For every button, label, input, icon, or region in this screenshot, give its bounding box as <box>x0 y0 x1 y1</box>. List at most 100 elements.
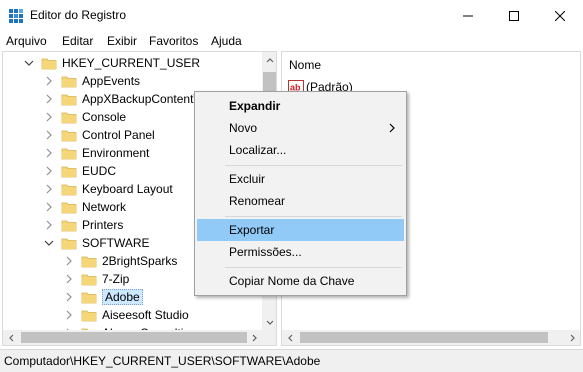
menu-editar[interactable]: Editar <box>62 34 93 48</box>
maximize-icon <box>509 11 519 21</box>
status-bar: Computador\HKEY_CURRENT_USER\SOFTWARE\Ad… <box>0 349 583 372</box>
menu-item-permissoes[interactable]: Permissões... <box>197 241 404 263</box>
list-header: Nome <box>282 52 580 76</box>
tree-item-label: AppEvents <box>82 74 141 88</box>
menu-exibir[interactable]: Exibir <box>107 34 137 48</box>
folder-icon <box>61 166 77 178</box>
chevron-down-icon[interactable] <box>44 238 54 248</box>
tree-item[interactable]: HKEY_CURRENT_USER <box>3 54 262 72</box>
menu-separator <box>225 165 402 166</box>
menu-arquivo[interactable]: Arquivo <box>6 34 47 48</box>
menu-item-label: Permissões... <box>229 245 302 259</box>
minimize-icon <box>463 15 473 17</box>
context-menu: Expandir Novo Localizar... Excluir Renom… <box>194 91 407 296</box>
minimize-button[interactable] <box>445 0 491 32</box>
menu-favoritos[interactable]: Favoritos <box>149 34 198 48</box>
folder-icon <box>61 130 77 142</box>
scroll-left-arrow[interactable] <box>282 330 297 345</box>
tree-item-label: Aiseesoft Studio <box>102 308 189 322</box>
menu-item-label: Expandir <box>229 99 281 113</box>
window-title: Editor do Registro <box>30 8 127 22</box>
folder-icon <box>61 148 77 160</box>
menu-ajuda[interactable]: Ajuda <box>211 34 242 48</box>
folder-icon <box>81 256 97 268</box>
tree-item-label: Environment <box>82 146 150 160</box>
scroll-right-arrow[interactable] <box>565 330 580 345</box>
folder-icon <box>61 220 77 232</box>
chevron-left-icon <box>8 334 13 341</box>
list-horizontal-scrollbar[interactable] <box>282 330 580 345</box>
menu-item-novo[interactable]: Novo <box>197 117 404 139</box>
chevron-right-icon[interactable] <box>44 202 54 212</box>
tree-item-label: Network <box>82 200 127 214</box>
chevron-right-icon[interactable] <box>64 256 74 266</box>
maximize-button[interactable] <box>491 0 537 32</box>
tree-item-label: Adobe <box>102 289 143 305</box>
folder-icon <box>61 76 77 88</box>
chevron-right-icon[interactable] <box>44 112 54 122</box>
menu-item-renomear[interactable]: Renomear <box>197 190 404 212</box>
tree-item-label: Keyboard Layout <box>82 182 173 196</box>
tree-item-label: EUDC <box>82 164 117 178</box>
registry-editor-icon <box>9 9 23 23</box>
menu-item-excluir[interactable]: Excluir <box>197 168 404 190</box>
tree-item-label: Control Panel <box>82 128 155 142</box>
status-path: Computador\HKEY_CURRENT_USER\SOFTWARE\Ad… <box>4 354 321 368</box>
menu-item-expandir[interactable]: Expandir <box>197 95 404 117</box>
folder-icon <box>81 292 97 304</box>
menu-item-label: Novo <box>229 121 258 135</box>
title-bar[interactable]: Editor do Registro <box>0 0 583 32</box>
list-hscroll-thumb[interactable] <box>300 332 548 343</box>
close-icon <box>555 11 565 21</box>
menu-item-exportar[interactable]: Exportar <box>197 219 404 241</box>
chevron-right-icon[interactable] <box>44 130 54 140</box>
scroll-up-arrow[interactable] <box>262 52 276 67</box>
folder-icon <box>41 58 57 70</box>
chevron-left-icon <box>287 334 292 341</box>
chevron-down-icon[interactable] <box>24 58 34 68</box>
tree-item[interactable]: AppEvents <box>3 72 262 90</box>
menu-bar: Arquivo Editar Exibir Favoritos Ajuda <box>0 32 583 50</box>
chevron-right-icon[interactable] <box>64 292 74 302</box>
submenu-arrow-icon <box>389 123 395 133</box>
chevron-right-icon[interactable] <box>64 310 74 320</box>
chevron-right-icon[interactable] <box>44 184 54 194</box>
tree-item-label: HKEY_CURRENT_USER <box>62 56 201 70</box>
tree-horizontal-scrollbar[interactable] <box>3 330 262 345</box>
menu-item-label: Exportar <box>229 223 275 237</box>
chevron-right-icon <box>570 334 575 341</box>
folder-icon <box>61 238 77 250</box>
scroll-left-arrow[interactable] <box>3 330 18 345</box>
chevron-right-icon <box>252 334 257 341</box>
folder-icon <box>61 94 77 106</box>
folder-icon <box>61 202 77 214</box>
menu-separator <box>225 267 402 268</box>
tree-item-label: 7-Zip <box>102 272 130 286</box>
chevron-right-icon[interactable] <box>44 76 54 86</box>
scroll-right-arrow[interactable] <box>247 330 262 345</box>
scroll-down-arrow[interactable] <box>262 315 276 330</box>
chevron-right-icon[interactable] <box>64 274 74 284</box>
menu-separator <box>225 216 402 217</box>
tree-item-label: AppXBackupContentT <box>82 92 201 106</box>
tree-item-label: SOFTWARE <box>82 236 150 250</box>
column-header-name[interactable]: Nome <box>289 58 321 72</box>
tree-item[interactable]: Aiseesoft Studio <box>3 306 262 324</box>
chevron-right-icon[interactable] <box>44 148 54 158</box>
tree-item-label: 2BrightSparks <box>102 254 178 268</box>
scroll-corner <box>262 330 276 345</box>
close-button[interactable] <box>537 0 583 32</box>
menu-item-label: Localizar... <box>229 143 287 157</box>
chevron-down-icon <box>266 320 273 325</box>
folder-icon <box>61 184 77 196</box>
menu-item-copiar-nome[interactable]: Copiar Nome da Chave <box>197 270 404 292</box>
menu-item-label: Copiar Nome da Chave <box>229 274 355 288</box>
tree-hscroll-thumb[interactable] <box>21 332 247 343</box>
tree-item-label: Printers <box>82 218 124 232</box>
folder-icon <box>81 310 97 322</box>
chevron-right-icon[interactable] <box>44 220 54 230</box>
tree-item-label: Console <box>82 110 127 124</box>
menu-item-localizar[interactable]: Localizar... <box>197 139 404 161</box>
chevron-right-icon[interactable] <box>44 94 54 104</box>
chevron-right-icon[interactable] <box>44 166 54 176</box>
